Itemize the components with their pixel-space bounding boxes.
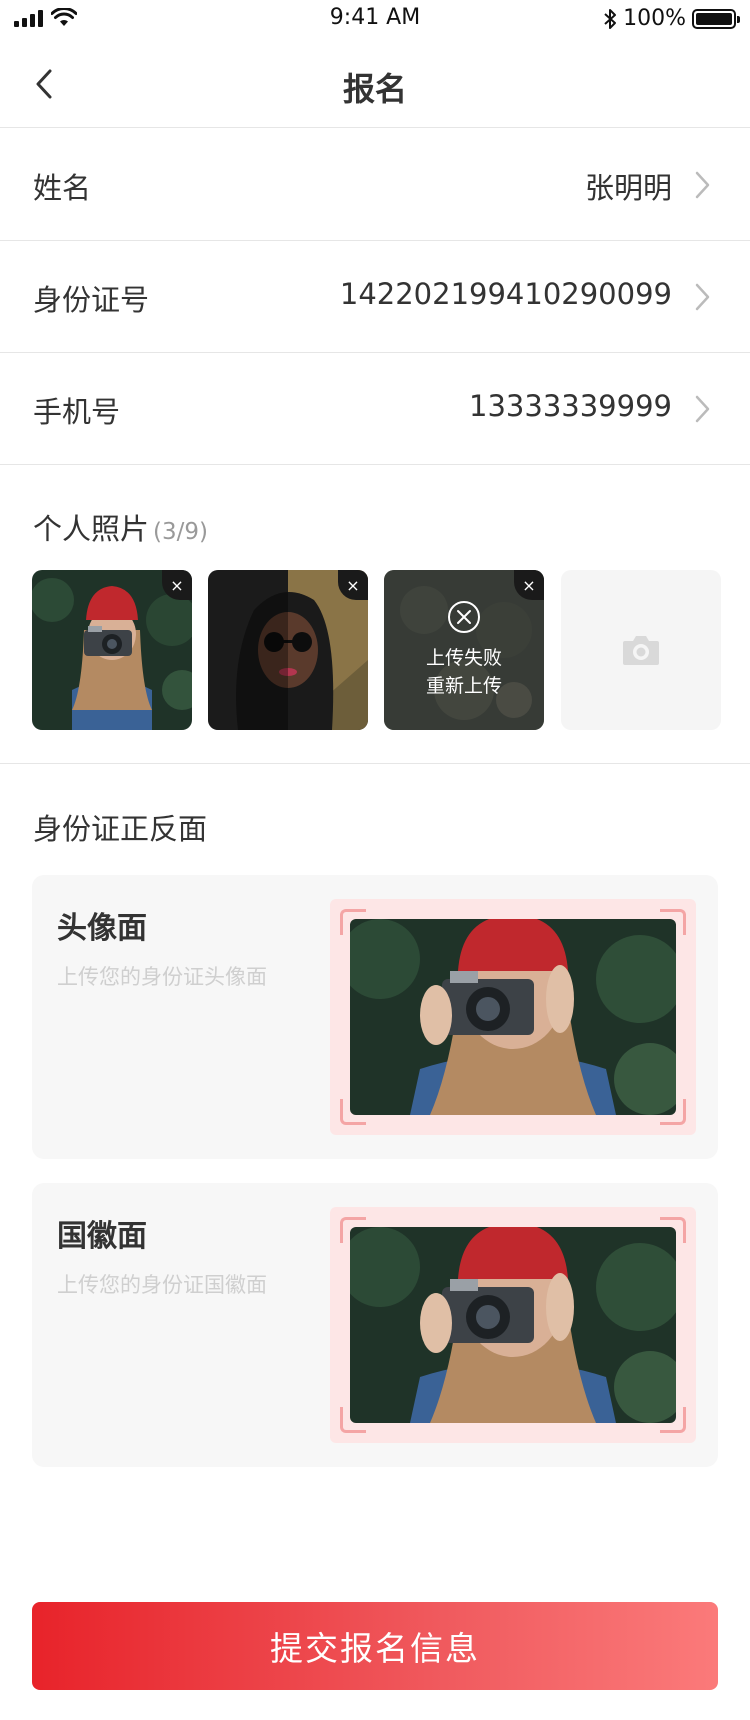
id-number-row[interactable]: 身份证号 142202199410290099: [0, 241, 750, 353]
id-front-subtitle: 上传您的身份证头像面: [57, 965, 267, 989]
section-divider: [0, 763, 750, 764]
status-bar: 9:41 AM 100%: [0, 0, 750, 40]
add-photo-button[interactable]: [561, 570, 721, 730]
id-front-image: [350, 919, 676, 1115]
name-value: 张明明: [584, 171, 672, 205]
id-back-title: 国徽面: [57, 1219, 147, 1254]
close-circle-icon: [448, 601, 480, 633]
id-front-card[interactable]: 头像面 上传您的身份证头像面: [32, 875, 718, 1159]
upload-failed-label: 上传失败: [425, 647, 502, 669]
nav-bar: 报名: [0, 40, 750, 128]
chevron-right-icon: [695, 171, 710, 199]
phone-label: 手机号: [33, 395, 121, 429]
id-number-label: 身份证号: [33, 283, 150, 317]
id-back-upload-frame[interactable]: [330, 1207, 696, 1443]
photo-thumbnail-failed[interactable]: 上传失败 重新上传 ×: [384, 570, 544, 730]
retry-upload-label[interactable]: 重新上传: [426, 672, 502, 700]
photos-count: (3/9): [153, 519, 208, 545]
name-label: 姓名: [33, 171, 92, 205]
photos-title-text: 个人照片: [33, 512, 150, 546]
bluetooth-icon: [604, 8, 617, 29]
signup-screen: 9:41 AM 100% 报名 姓名 张明明 身份证号 142202199410…: [0, 0, 750, 1720]
photo-thumbnail[interactable]: ×: [32, 570, 192, 730]
battery-level: [696, 12, 732, 25]
page-title: 报名: [342, 70, 407, 108]
id-number-value: 142202199410290099: [339, 277, 672, 311]
name-row[interactable]: 姓名 张明明: [0, 129, 750, 241]
chevron-right-icon: [695, 283, 710, 311]
battery-percent: 100%: [623, 6, 686, 31]
id-front-upload-frame[interactable]: [330, 899, 696, 1135]
photo-thumbnail[interactable]: ×: [208, 570, 368, 730]
chevron-right-icon: [695, 395, 710, 423]
battery-icon: [692, 8, 740, 29]
id-section-title: 身份证正反面: [33, 812, 208, 846]
phone-row[interactable]: 手机号 13333339999: [0, 353, 750, 465]
phone-value: 13333339999: [469, 389, 672, 423]
id-back-image: [350, 1227, 676, 1423]
camera-icon: [623, 636, 659, 665]
id-back-subtitle: 上传您的身份证国徽面: [57, 1273, 267, 1297]
upload-failed-text: 上传失败 重新上传: [426, 644, 502, 700]
status-right: 100%: [603, 6, 740, 31]
submit-button[interactable]: 提交报名信息: [32, 1602, 718, 1690]
photos-title: 个人照片 (3/9): [33, 506, 208, 548]
id-front-title: 头像面: [57, 911, 147, 946]
id-back-card[interactable]: 国徽面 上传您的身份证国徽面: [32, 1183, 718, 1467]
